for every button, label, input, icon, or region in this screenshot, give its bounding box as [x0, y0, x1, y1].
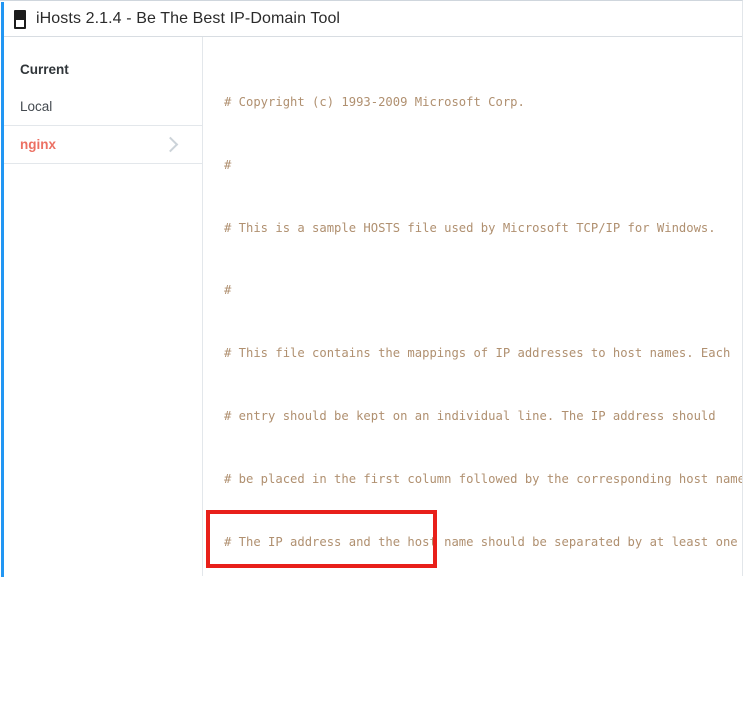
code-line: # This is a sample HOSTS file used by Mi…: [224, 220, 716, 235]
code-line: # This file contains the mappings of IP …: [224, 346, 731, 361]
code-line: #: [224, 157, 232, 172]
sidebar-item-label: nginx: [20, 137, 56, 152]
hosts-file-content[interactable]: # Copyright (c) 1993-2009 Microsoft Corp…: [224, 50, 742, 576]
hosts-file-editor[interactable]: # Copyright (c) 1993-2009 Microsoft Corp…: [204, 37, 742, 576]
content-area: Current Local nginx # Copyright (c) 1993…: [4, 37, 742, 576]
device-icon: [14, 9, 26, 29]
title-bar: iHosts 2.1.4 - Be The Best IP-Domain Too…: [4, 2, 742, 37]
code-line: # The IP address and the host name shoul…: [224, 534, 738, 549]
sidebar-item-local[interactable]: Local: [4, 88, 202, 125]
sidebar-item-current[interactable]: Current: [4, 51, 202, 88]
code-line: #: [224, 283, 232, 298]
sidebar-item-label: Local: [20, 99, 53, 114]
chevron-right-icon[interactable]: [162, 136, 179, 153]
sidebar-item-nginx[interactable]: nginx: [4, 126, 202, 163]
window-title: iHosts 2.1.4 - Be The Best IP-Domain Too…: [36, 10, 341, 27]
code-line: # entry should be kept on an individual …: [224, 409, 716, 424]
app-window: iHosts 2.1.4 - Be The Best IP-Domain Too…: [0, 0, 743, 577]
sidebar: Current Local nginx: [4, 37, 203, 576]
code-line: # be placed in the first column followed…: [224, 471, 742, 486]
code-line: # Copyright (c) 1993-2009 Microsoft Corp…: [224, 94, 525, 109]
sidebar-item-label: Current: [20, 62, 69, 77]
sidebar-empty-area: [4, 163, 202, 703]
